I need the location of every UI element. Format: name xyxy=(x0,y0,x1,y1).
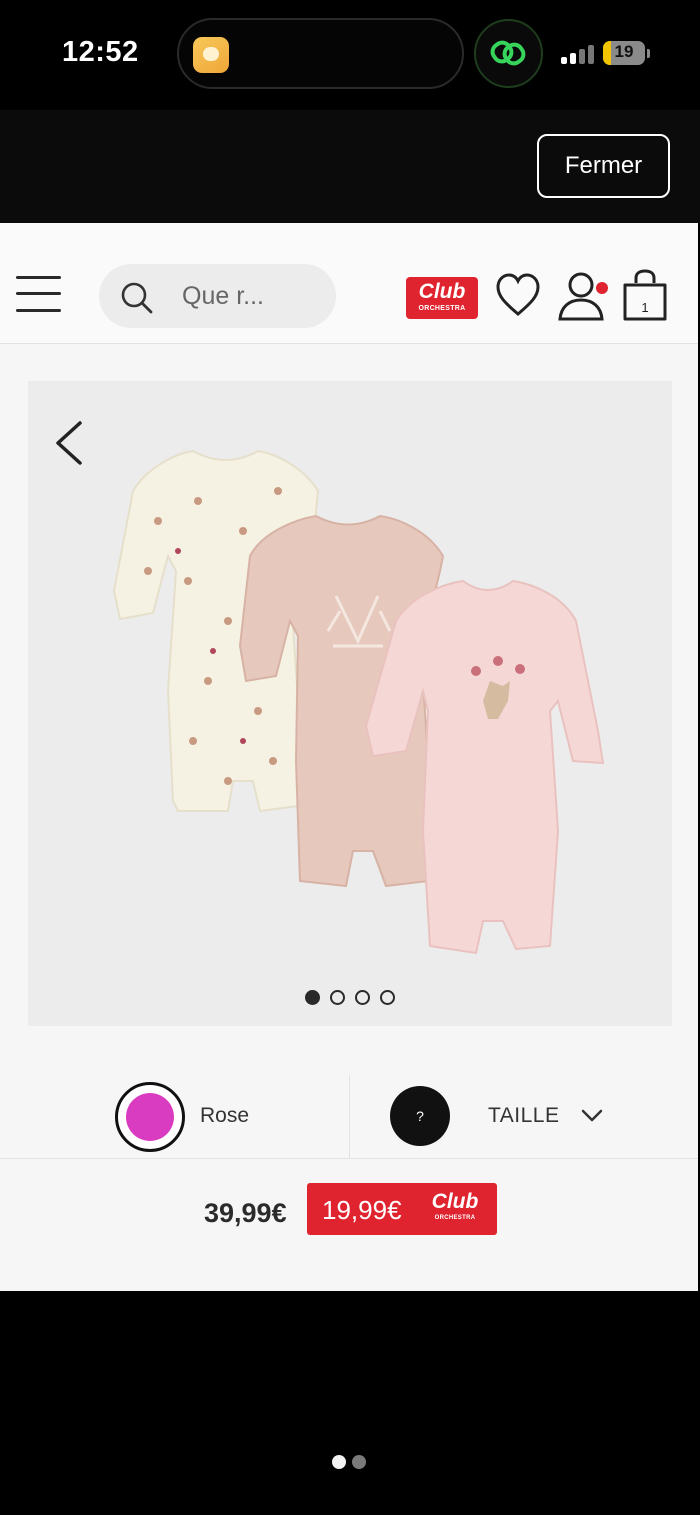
product-image xyxy=(112,449,605,955)
webview-toolbar: Fermer xyxy=(0,110,700,223)
color-swatch-selector[interactable] xyxy=(115,1082,185,1152)
gallery-dot[interactable] xyxy=(355,990,370,1005)
product-image-gallery[interactable] xyxy=(28,381,672,1026)
close-button[interactable]: Fermer xyxy=(537,134,670,198)
link-indicator-icon[interactable] xyxy=(474,19,543,88)
page-dot[interactable] xyxy=(332,1455,346,1469)
battery-icon: 19 xyxy=(603,41,645,65)
battery-cap xyxy=(647,49,650,58)
size-selector-label[interactable]: TAILLE xyxy=(488,1104,559,1128)
club-orchestra-badge-logo: Club ORCHESTRA xyxy=(425,1190,485,1222)
chevron-left-icon[interactable] xyxy=(48,419,88,467)
club-logo-sub: ORCHESTRA xyxy=(418,305,466,312)
search-input[interactable]: Que r... xyxy=(99,264,336,328)
status-bar: 12:52 19 xyxy=(0,0,700,110)
gallery-dot[interactable] xyxy=(305,990,320,1005)
screen-pager[interactable] xyxy=(332,1455,372,1469)
club-price: 19,99€ xyxy=(322,1195,402,1225)
status-time: 12:52 xyxy=(62,36,139,68)
live-activity-app-icon[interactable] xyxy=(193,37,229,73)
club-badge-sub: ORCHESTRA xyxy=(434,1215,476,1221)
options-divider xyxy=(349,1075,350,1159)
search-placeholder: Que r... xyxy=(182,282,264,310)
color-swatch[interactable] xyxy=(126,1093,174,1141)
club-badge-word: Club xyxy=(431,1190,479,1213)
size-indicator[interactable]: ? xyxy=(390,1086,450,1146)
regular-price: 39,99€ xyxy=(204,1198,287,1228)
dynamic-island[interactable] xyxy=(177,18,464,89)
menu-icon[interactable] xyxy=(16,276,61,312)
site-header: Que r... Club ORCHESTRA 1 xyxy=(0,223,698,344)
gallery-dot[interactable] xyxy=(330,990,345,1005)
price-block: 39,99€ 19,99€ Club ORCHESTRA xyxy=(0,1159,698,1291)
gallery-dot[interactable] xyxy=(380,990,395,1005)
club-orchestra-logo[interactable]: Club ORCHESTRA xyxy=(406,277,478,319)
page-dot[interactable] xyxy=(352,1455,366,1469)
chevron-down-icon[interactable] xyxy=(580,1104,604,1128)
product-options: Rose ? TAILLE xyxy=(0,1075,698,1159)
search-icon xyxy=(121,282,153,314)
club-price-badge: 19,99€ Club ORCHESTRA xyxy=(307,1183,497,1235)
product-page: Que r... Club ORCHESTRA 1 Rose ? TAILLE … xyxy=(0,223,698,1291)
user-account-icon[interactable] xyxy=(557,270,613,322)
cellular-signal-icon xyxy=(561,44,597,64)
battery-level: 19 xyxy=(614,42,634,61)
club-logo-word: Club xyxy=(418,280,466,303)
cart-count: 1 xyxy=(641,300,648,315)
heart-icon[interactable] xyxy=(495,272,541,318)
shopping-bag-icon[interactable]: 1 xyxy=(621,269,669,323)
color-label: Rose xyxy=(200,1104,250,1127)
gallery-pagination[interactable] xyxy=(305,990,400,1006)
